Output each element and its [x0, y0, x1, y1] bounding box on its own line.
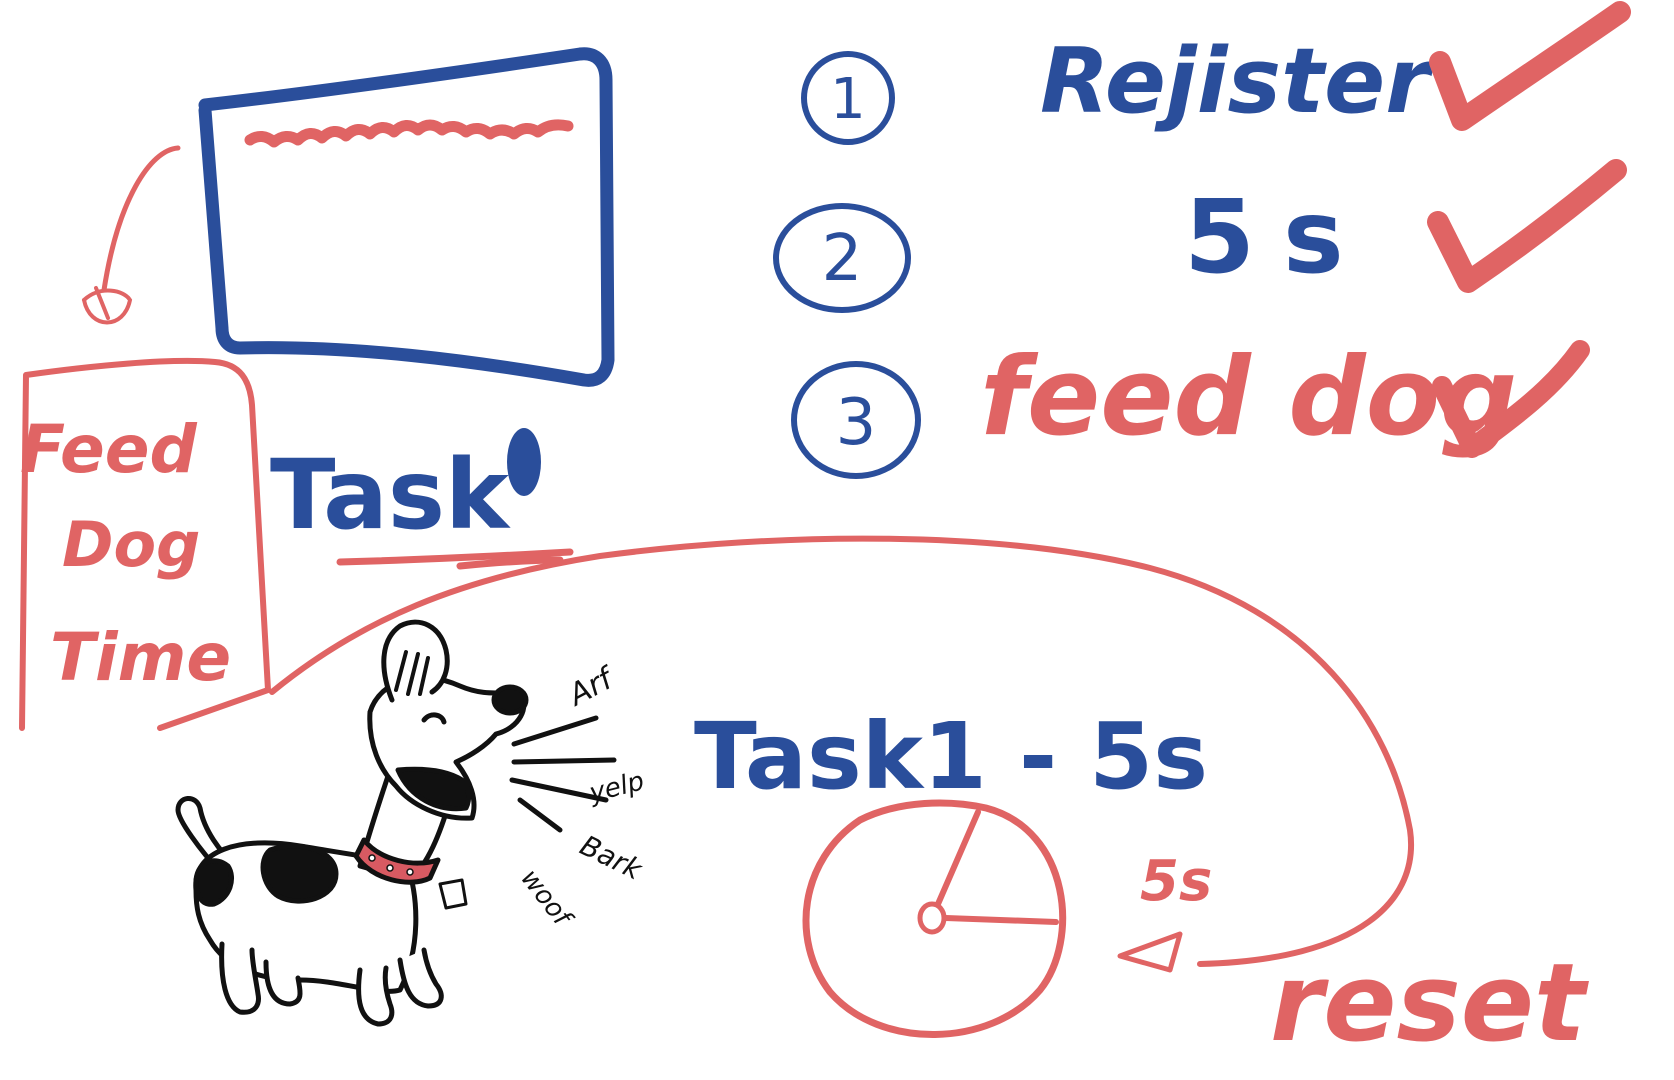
timer-label: Task1 - 5s: [694, 703, 1208, 810]
monitor-frame: [198, 47, 615, 387]
arrow-to-note-line: [101, 145, 181, 293]
clock-icon: [802, 799, 1067, 1038]
note-line-feed: Feed: [20, 411, 197, 488]
note-line-time: Time: [50, 619, 231, 696]
dog-leg-front-right: [397, 947, 444, 1009]
barking-dog-icon: [175, 619, 617, 1027]
dog-nose: [491, 684, 529, 716]
dog-sound-arf: Arf: [562, 660, 622, 714]
task-label-underline: [336, 548, 574, 570]
arrow-to-note-head-icon: [82, 286, 133, 325]
step-1-text: Rejister: [1040, 29, 1435, 134]
step-1-checkmark-icon: [1429, 1, 1631, 131]
dog-sound-bark: Bark: [575, 829, 649, 888]
clock-hand-minute: [935, 809, 981, 907]
step-1-number: 1: [830, 67, 866, 132]
dog-spot-back: [260, 843, 339, 904]
monitor-red-scribble-line: [244, 119, 574, 148]
whiteboard-canvas: Feed Dog Time Task 1 Rejister 2 5s 3 fee…: [19, 1, 1631, 1066]
dog-sound-lines: [509, 715, 617, 833]
step-2-number: 2: [822, 222, 863, 296]
dog-sound-yelp: yelp: [585, 766, 647, 809]
task-label-group: Task: [270, 428, 574, 570]
step-2-checkmark-icon: [1427, 159, 1627, 293]
dog-leg-back-left: [219, 941, 261, 1015]
dog-sound-woof: woof: [514, 864, 578, 935]
step-2-row: 2 5s: [773, 159, 1627, 313]
dog-collar-stud-1: [368, 854, 376, 862]
reset-label: reset: [1270, 941, 1589, 1066]
clock-hand-hour: [943, 915, 1059, 925]
step-1-row: 1 Rejister: [801, 1, 1631, 145]
dog-collar-stud-2: [386, 864, 394, 872]
timer-interval-label: 5s: [1140, 849, 1212, 914]
loop-arrow-head-icon: [1117, 931, 1183, 973]
step-2-text: 5s: [1184, 178, 1372, 297]
dog-tag: [438, 878, 468, 910]
note-line-dog: Dog: [62, 508, 200, 581]
task-label-blob-mark: [507, 428, 541, 496]
step-3-number: 3: [836, 386, 877, 460]
monitor-screen: [198, 47, 615, 387]
dog-leg-front-left: [356, 965, 395, 1027]
step-3-row: 3 feed dog: [791, 335, 1590, 479]
dog-collar-stud-3: [406, 868, 414, 876]
dog-spot-rump: [193, 858, 234, 907]
task-label: Task: [270, 439, 511, 551]
clock-center: [917, 901, 947, 935]
feed-dog-time-note: Feed Dog Time: [19, 357, 271, 731]
